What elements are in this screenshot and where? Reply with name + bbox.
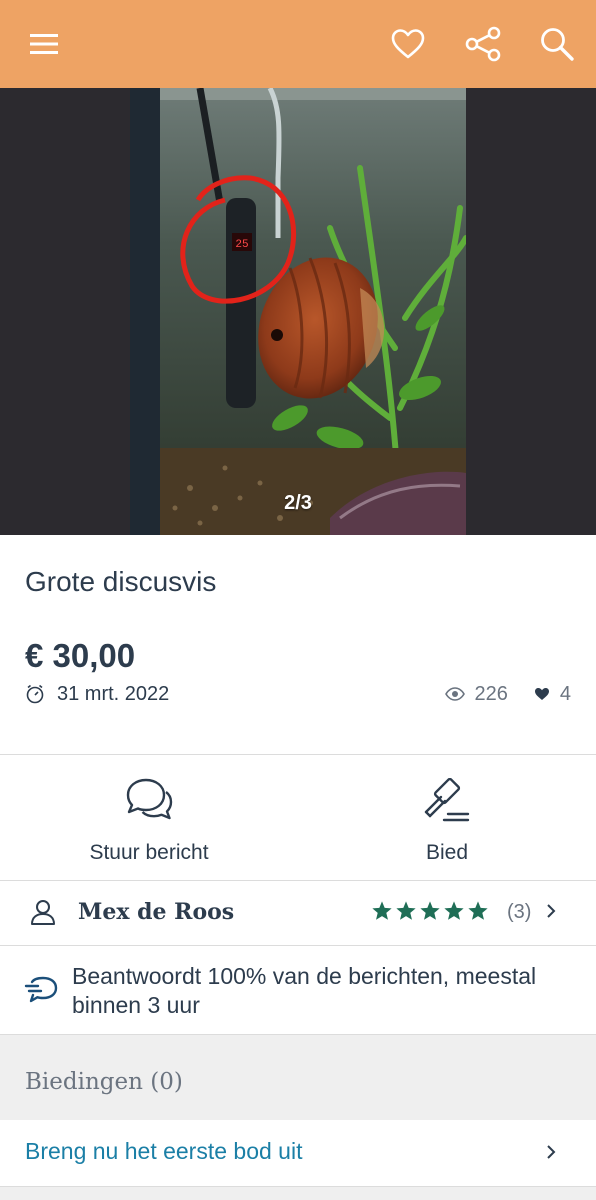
listing-price: € 30,00: [25, 637, 136, 674]
listing-stats: 226 4: [444, 681, 571, 707]
star-icon: [396, 901, 416, 920]
bids-heading: Biedingen (0): [25, 1069, 183, 1095]
photo-gallery[interactable]: 25 2/3: [0, 88, 596, 535]
hamburger-menu-icon[interactable]: [22, 22, 66, 66]
heart-outline-icon[interactable]: [386, 22, 430, 66]
seller-row[interactable]: Mex de Roos (3): [0, 881, 596, 944]
magnifier-icon[interactable]: [535, 22, 579, 66]
image-counter: 2/3: [284, 492, 312, 514]
heater-display: 25: [235, 239, 248, 251]
chevron-right-icon: [547, 1145, 556, 1159]
star-icon: [420, 901, 440, 920]
seller-rating-stars: [371, 900, 491, 922]
favorites-count: 4: [559, 682, 571, 705]
top-app-bar: [0, 0, 596, 88]
star-icon: [468, 901, 488, 920]
place-first-bid-link[interactable]: Breng nu het eerste bod uit: [25, 1138, 302, 1165]
send-message-label: Stuur bericht: [89, 841, 209, 864]
heart-icon: [534, 688, 549, 700]
bid-label: Bied: [425, 841, 469, 864]
clock-icon: [26, 684, 44, 704]
listing-title: Grote discusvis: [25, 566, 217, 597]
eye-icon: [444, 687, 465, 701]
place-first-bid-row[interactable]: Breng nu het eerste bod uit: [0, 1120, 596, 1186]
bids-section: Biedingen (0): [0, 1035, 596, 1120]
send-message-button[interactable]: Stuur bericht: [0, 755, 298, 880]
response-rate: Beantwoordt 100% van de berichten, meest…: [0, 946, 596, 1034]
auction-gavel-icon: [424, 778, 470, 822]
fast-reply-icon: [24, 976, 58, 1003]
star-icon: [372, 901, 392, 920]
views-count: 226: [474, 682, 508, 705]
review-count: (3): [507, 901, 532, 923]
chat-bubbles-icon: [126, 778, 173, 820]
chevron-right-icon: [547, 904, 556, 918]
star-icon: [444, 901, 464, 920]
seller-name: Mex de Roos: [78, 899, 235, 925]
bid-button[interactable]: Bied: [298, 755, 596, 880]
listing-photo[interactable]: 25: [130, 88, 466, 535]
response-rate-text: Beantwoordt 100% van de berichten, meest…: [72, 963, 537, 1018]
share-icon[interactable]: [461, 22, 505, 66]
bottom-strip: [0, 1186, 596, 1200]
date-text: 31 mrt. 2022: [57, 682, 170, 705]
listing-date: 31 mrt. 2022: [25, 681, 169, 707]
user-icon: [31, 900, 55, 925]
